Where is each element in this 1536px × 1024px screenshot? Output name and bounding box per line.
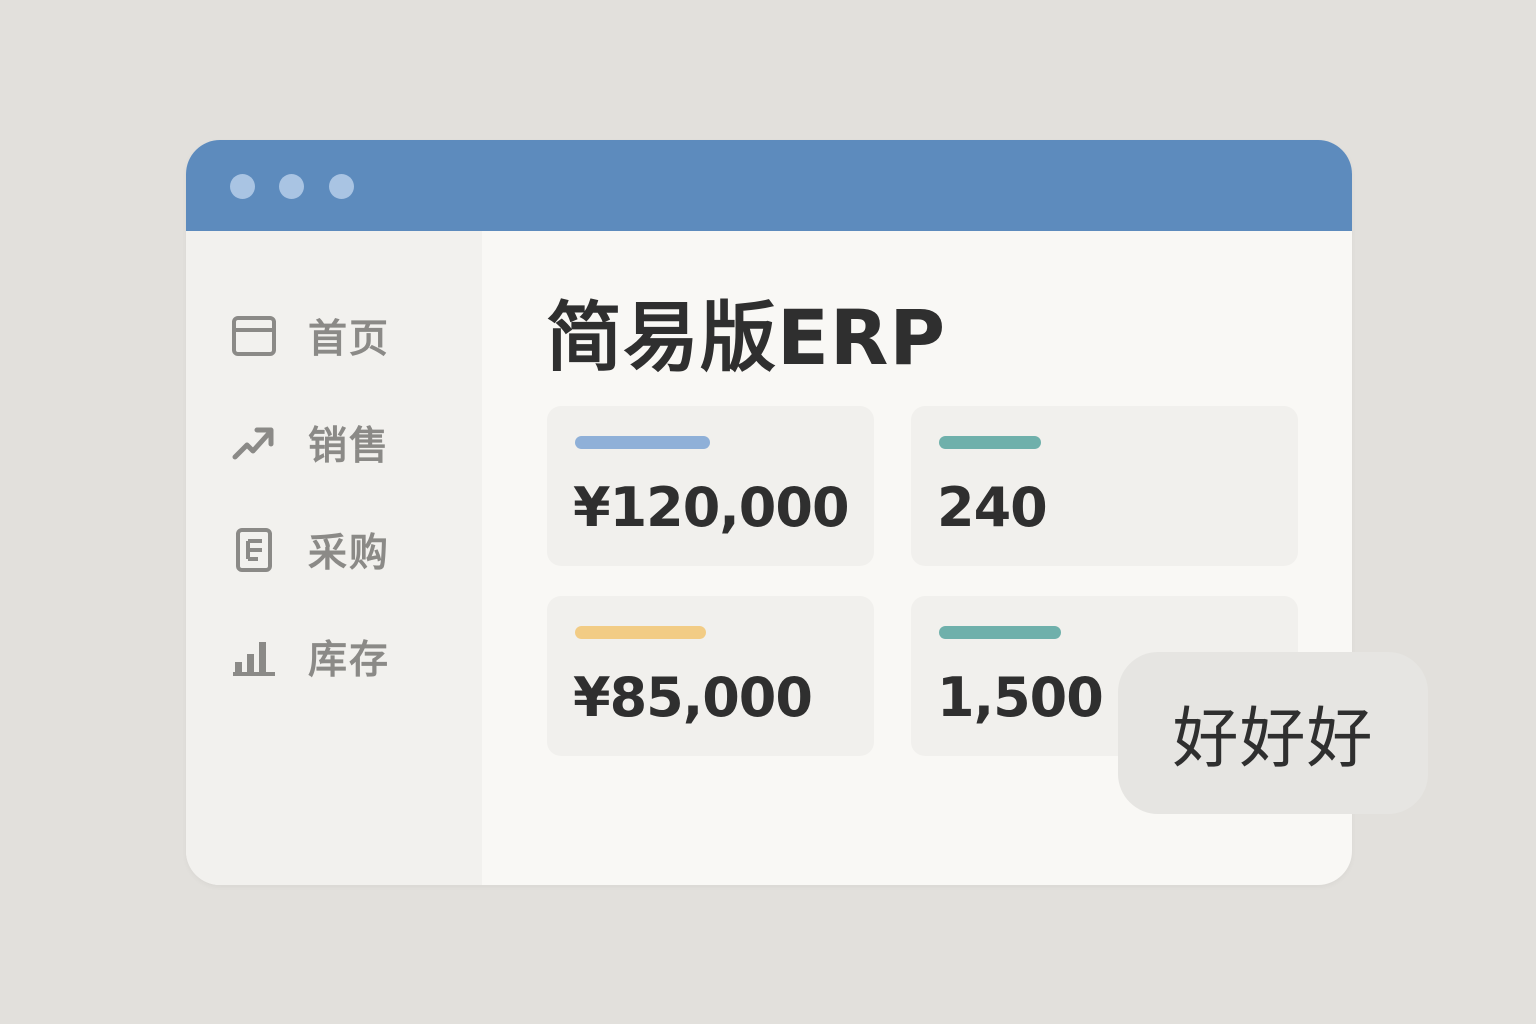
page-title: 简易版ERP [546, 293, 947, 382]
bar-chart-icon [230, 633, 278, 681]
document-icon [230, 526, 278, 574]
window-icon [230, 312, 278, 360]
sidebar-item-label: 首页 [308, 317, 391, 362]
sidebar-item-label: 采购 [308, 531, 391, 576]
sidebar-item-purchase[interactable]: 采购 [230, 520, 460, 580]
sidebar-item-label: 销售 [308, 424, 391, 469]
stat-card[interactable]: ¥120,000 [547, 406, 874, 566]
window-control-dot[interactable] [279, 174, 304, 199]
sidebar-item-sales[interactable]: 销售 [230, 413, 460, 473]
sidebar: 首页 销售 采购 库存 [186, 231, 482, 885]
card-accent-bar [575, 436, 710, 449]
stat-card[interactable]: ¥85,000 [547, 596, 874, 756]
window-control-dot[interactable] [329, 174, 354, 199]
toast-text: 好好好 [1172, 700, 1374, 777]
card-accent-bar [939, 626, 1061, 639]
toast-popup: 好好好 [1118, 652, 1428, 814]
sidebar-item-label: 库存 [308, 638, 391, 683]
trend-arrow-icon [230, 419, 278, 467]
sidebar-item-inventory[interactable]: 库存 [230, 627, 460, 687]
card-accent-bar [575, 626, 706, 639]
card-value: ¥120,000 [573, 476, 850, 539]
card-value: 240 [937, 476, 1048, 539]
sidebar-item-home[interactable]: 首页 [230, 306, 460, 366]
stat-card[interactable]: 240 [911, 406, 1298, 566]
card-value: 1,500 [937, 666, 1104, 729]
title-bar [186, 140, 1352, 231]
window-control-dot[interactable] [230, 174, 255, 199]
card-value: ¥85,000 [573, 666, 813, 729]
card-accent-bar [939, 436, 1041, 449]
